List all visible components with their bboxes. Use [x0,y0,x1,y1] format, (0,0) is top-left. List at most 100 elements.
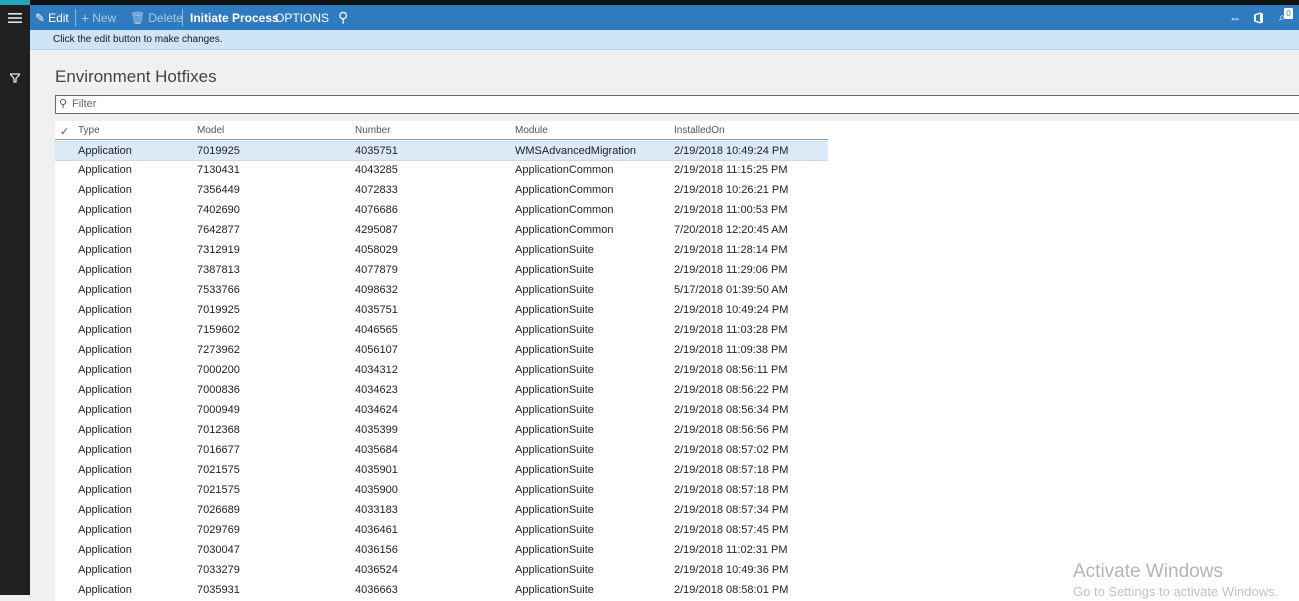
cell-model: 7035931 [197,584,240,596]
cell-installedon: 2/19/2018 08:56:56 PM [674,424,789,436]
table-row[interactable]: Application 7035931 4036663 ApplicationSuit… [55,581,828,601]
table-row[interactable]: Application 7021575 4035900 ApplicationSuit… [55,481,828,501]
search-icon[interactable]: ⚲ [338,5,348,30]
cell-module: ApplicationSuite [515,244,594,256]
cell-type: Application [78,344,132,356]
cell-module: ApplicationSuite [515,444,594,456]
cell-number: 4077879 [355,264,398,276]
table-row[interactable]: Application 7019925 4035751 ApplicationSuit… [55,301,828,321]
cell-type: Application [78,444,132,456]
cell-module: ApplicationSuite [515,484,594,496]
cell-number: 4056107 [355,344,398,356]
filter-funnel-icon[interactable] [0,65,30,91]
link-icon[interactable]: ⇔ [1229,5,1241,30]
table-row[interactable]: Application 7533766 4098632 ApplicationSuit… [55,281,828,301]
cell-installedon: 2/19/2018 08:56:34 PM [674,404,789,416]
cell-installedon: 2/19/2018 08:57:18 PM [674,484,789,496]
table-row[interactable]: Application 7019925 4035751 WMSAdvancedMigr… [55,141,828,161]
column-header-number[interactable]: Number [355,125,391,136]
cell-installedon: 2/19/2018 08:58:01 PM [674,584,789,596]
cell-model: 7000836 [197,384,240,396]
cell-module: ApplicationSuite [515,284,594,296]
table-row[interactable]: Application 7026689 4033183 ApplicationSuit… [55,501,828,521]
cell-installedon: 2/19/2018 10:49:24 PM [674,145,789,157]
filter-input[interactable]: ⚲ Filter [55,95,1299,114]
cell-module: ApplicationCommon [515,184,614,196]
cell-number: 4046565 [355,324,398,336]
cell-module: ApplicationSuite [515,384,594,396]
cell-number: 4043285 [355,164,398,176]
cell-module: ApplicationSuite [515,404,594,416]
table-row[interactable]: Application 7130431 4043285 ApplicationComm… [55,161,828,181]
cell-type: Application [78,204,132,216]
cell-installedon: 2/19/2018 08:57:34 PM [674,504,789,516]
cell-model: 7402690 [197,204,240,216]
cell-number: 4072833 [355,184,398,196]
new-button[interactable]: + New [81,5,116,30]
cell-module: ApplicationSuite [515,564,594,576]
cell-number: 4033183 [355,504,398,516]
cell-module: ApplicationSuite [515,504,594,516]
table-row[interactable]: Application 7033279 4036524 ApplicationSuit… [55,561,828,581]
table-row[interactable]: Application 7387813 4077879 ApplicationSuit… [55,261,828,281]
table-row[interactable]: Application 7000949 4034624 ApplicationSuit… [55,401,828,421]
cell-module: ApplicationCommon [515,224,614,236]
table-row[interactable]: Application 7159602 4046565 ApplicationSuit… [55,321,828,341]
hamburger-menu-icon[interactable] [0,5,30,31]
left-nav-rail [0,5,30,595]
cell-number: 4036461 [355,524,398,536]
cell-number: 4098632 [355,284,398,296]
cell-model: 7387813 [197,264,240,276]
activation-watermark-title: Activate Windows [1073,561,1223,582]
column-header-type[interactable]: Type [78,125,100,136]
pencil-icon: ✎ [35,10,46,25]
delete-button[interactable]: 🗑 Delete [130,5,183,30]
cell-module: ApplicationSuite [515,264,594,276]
cell-module: ApplicationSuite [515,304,594,316]
table-row[interactable]: Application 7030047 4036156 ApplicationSuit… [55,541,828,561]
table-row[interactable]: Application 7021575 4035901 ApplicationSuit… [55,461,828,481]
column-header-module[interactable]: Module [515,125,548,136]
cell-number: 4035751 [355,145,398,157]
cell-model: 7026689 [197,504,240,516]
table-row[interactable]: Application 7000836 4034623 ApplicationSuit… [55,381,828,401]
cell-number: 4035900 [355,484,398,496]
cell-installedon: 2/19/2018 11:09:38 PM [674,344,788,356]
table-row[interactable]: Application 7402690 4076686 ApplicationComm… [55,201,828,221]
cell-module: ApplicationSuite [515,544,594,556]
hotfix-grid: ✓ Type Model Number Module InstalledOn A… [55,121,1299,601]
cell-number: 4035751 [355,304,398,316]
cell-module: ApplicationSuite [515,584,594,596]
cell-number: 4036524 [355,564,398,576]
cell-installedon: 2/19/2018 10:49:36 PM [674,564,789,576]
table-row[interactable]: Application 7016677 4035684 ApplicationSuit… [55,441,828,461]
info-banner: Click the edit button to make changes. [30,30,1299,50]
table-row[interactable]: Application 7273962 4056107 ApplicationSuit… [55,341,828,361]
cell-type: Application [78,244,132,256]
table-row[interactable]: Application 7012368 4035399 ApplicationSuit… [55,421,828,441]
options-tab[interactable]: OPTIONS [275,5,329,30]
table-row[interactable]: Application 7312919 4058029 ApplicationSuit… [55,241,828,261]
column-header-installedon[interactable]: InstalledOn [674,125,725,136]
cell-module: ApplicationCommon [515,204,614,216]
cell-number: 4295087 [355,224,398,236]
cell-model: 7130431 [197,164,240,176]
cell-model: 7019925 [197,145,240,157]
cell-installedon: 2/19/2018 08:57:18 PM [674,464,789,476]
table-row[interactable]: Application 7642877 4295087 ApplicationComm… [55,221,828,241]
column-header-model[interactable]: Model [197,125,224,136]
select-all-check-icon[interactable]: ✓ [60,125,69,138]
cell-installedon: 2/19/2018 08:56:22 PM [674,384,789,396]
table-row[interactable]: Application 7000200 4034312 ApplicationSuit… [55,361,828,381]
table-row[interactable]: Application 7029769 4036461 ApplicationSuit… [55,521,828,541]
office-icon[interactable] [1253,5,1264,30]
cell-type: Application [78,264,132,276]
cell-type: Application [78,424,132,436]
edit-button[interactable]: ✎ Edit [35,5,69,30]
initiate-process-button[interactable]: Initiate Process [190,5,279,30]
cell-model: 7159602 [197,324,240,336]
cell-model: 7642877 [197,224,240,236]
cell-installedon: 2/19/2018 11:03:28 PM [674,324,788,336]
table-row[interactable]: Application 7356449 4072833 ApplicationComm… [55,181,828,201]
cell-number: 4034624 [355,404,398,416]
